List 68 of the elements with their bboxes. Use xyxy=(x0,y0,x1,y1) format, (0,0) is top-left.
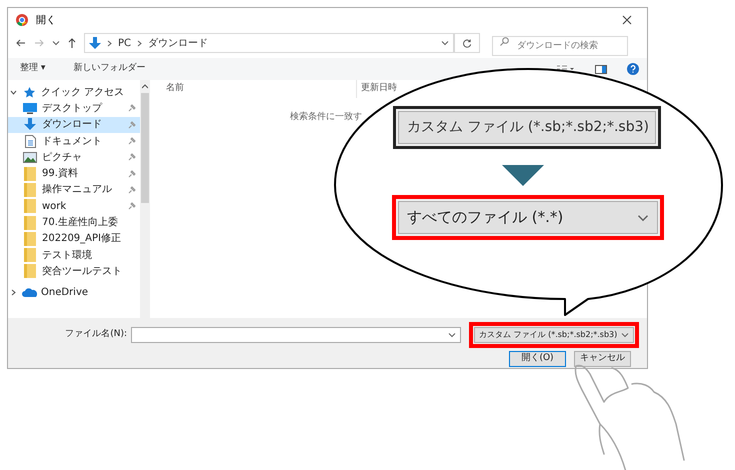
breadcrumb-chevron-icon xyxy=(107,40,112,46)
folder-icon xyxy=(24,232,36,246)
pin-icon[interactable] xyxy=(128,186,136,194)
address-dropdown-icon xyxy=(441,39,449,47)
dialog-button[interactable]: キャンセル xyxy=(574,351,631,367)
filename-dropdown-icon xyxy=(448,331,456,339)
download-arrow-icon xyxy=(24,118,36,132)
chevron-icon[interactable] xyxy=(10,88,17,96)
folder-icon xyxy=(24,182,36,197)
search-field[interactable]: ダウンロードの検索 xyxy=(492,36,628,56)
up-arrow-icon[interactable] xyxy=(68,38,76,48)
sidebar-item[interactable]: クイック アクセス xyxy=(8,84,140,100)
sidebar-item[interactable]: 99.資料 xyxy=(8,165,140,182)
recent-caret-icon xyxy=(52,39,60,47)
sidebar-item[interactable]: ダウンロード xyxy=(8,116,140,133)
search-icon xyxy=(500,36,509,46)
image-icon xyxy=(23,152,37,163)
chevron-icon[interactable] xyxy=(10,289,17,296)
file-type-dropdown[interactable]: カスタム ファイル (*.sb;*.sb2;*.sb3) xyxy=(474,327,634,343)
desktop-icon xyxy=(23,102,37,114)
folder-icon xyxy=(24,216,36,230)
pin-icon[interactable] xyxy=(128,137,136,146)
window-title: 開く xyxy=(36,14,57,28)
sidebar-item[interactable]: テスト環境 xyxy=(8,246,140,264)
sidebar-item[interactable]: ドキュメント xyxy=(8,132,140,150)
toolbar-button[interactable]: 整理 ▾ xyxy=(16,62,50,76)
folder-icon xyxy=(24,199,36,214)
pin-icon[interactable] xyxy=(128,202,136,210)
refresh-icon xyxy=(462,38,472,48)
sidebar-item[interactable]: work xyxy=(8,198,140,214)
pin-icon[interactable] xyxy=(128,170,136,178)
empty-message: 検索条件に一致す xyxy=(290,112,362,122)
field-label: ファイル名(N): xyxy=(65,328,127,342)
scroll-up-icon[interactable] xyxy=(142,84,148,89)
back-arrow-icon[interactable] xyxy=(16,39,26,47)
sidebar-item[interactable]: デスクトップ xyxy=(8,100,140,117)
folder-icon xyxy=(24,166,36,181)
breadcrumb-item[interactable]: ダウンロード xyxy=(148,36,208,50)
refresh-button[interactable] xyxy=(454,33,480,53)
filename-field[interactable] xyxy=(131,327,461,343)
preview-pane-icon[interactable] xyxy=(595,64,607,74)
breadcrumb-item[interactable]: PC xyxy=(118,36,132,50)
zoomed-filter-text: カスタム ファイル (*.sb;*.sb2;*.sb3) xyxy=(407,118,649,137)
folder-icon xyxy=(24,248,36,262)
sidebar-item[interactable]: 突合ツールテスト xyxy=(8,263,140,280)
sidebar-item[interactable]: OneDrive xyxy=(8,284,140,301)
dialog-button[interactable]: 開く(O) xyxy=(509,351,566,367)
address-bar[interactable]: PC ダウンロード xyxy=(84,33,454,53)
pin-icon[interactable] xyxy=(128,104,136,112)
sidebar-item[interactable]: 操作マニュアル xyxy=(8,182,140,198)
column-header[interactable]: 名前 xyxy=(150,82,356,96)
browser-logo-icon xyxy=(16,14,28,26)
cloud-icon xyxy=(22,288,36,298)
caret-icon xyxy=(621,331,630,339)
pin-icon[interactable] xyxy=(128,153,136,162)
document-icon xyxy=(24,134,36,148)
sidebar-item[interactable]: 70.生産性向上委 xyxy=(8,214,140,231)
help-icon[interactable] xyxy=(627,63,639,75)
down-triangle-icon xyxy=(502,165,544,186)
folder-icon xyxy=(24,264,36,278)
toolbar-button[interactable]: 新しいフォルダー xyxy=(69,62,150,76)
star-icon xyxy=(24,86,34,98)
breadcrumb-chevron-icon xyxy=(137,40,142,46)
sidebar-item[interactable]: ピクチャ xyxy=(8,149,140,166)
scrollbar[interactable] xyxy=(140,80,150,318)
zoomed-filter-text: すべてのファイル (*.*) xyxy=(407,207,564,228)
download-arrow-icon xyxy=(89,36,101,50)
sidebar-item[interactable]: 202209_API修正 xyxy=(8,230,140,247)
